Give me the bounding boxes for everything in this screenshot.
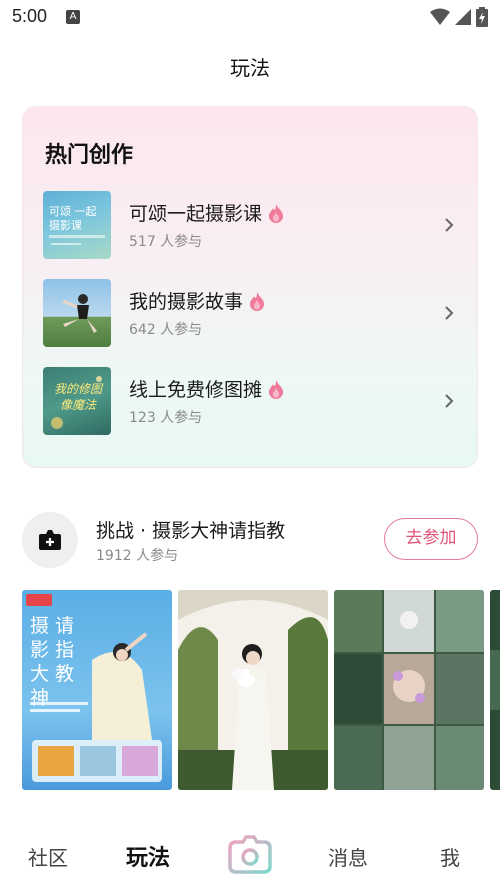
gallery-item-portrait[interactable] (178, 590, 328, 790)
gallery-item-partial[interactable] (490, 590, 500, 790)
hot-section-title: 热门创作 (45, 143, 134, 168)
challenge-title: 挑战 · 摄影大神请指教 (96, 520, 286, 542)
wifi-icon (430, 8, 450, 25)
hot-item-count: 123 人参与 (129, 410, 203, 426)
camera-icon (228, 835, 272, 874)
fire-icon (269, 379, 284, 399)
partial-image (490, 590, 500, 790)
hot-item-name: 我的摄影故事 (129, 287, 265, 314)
camera-button[interactable] (226, 830, 274, 878)
hot-item-thumbnail: 我的修图 像魔法 (43, 367, 111, 435)
join-button[interactable]: 去参加 (384, 518, 478, 560)
camera-add-icon (39, 530, 61, 550)
hot-item-thumbnail-text: 可颂 一起摄影课 (49, 205, 97, 232)
page-title: 玩法 (230, 56, 270, 80)
challenge-count: 1912 人参与 (96, 548, 179, 564)
nav-play[interactable]: 玩法 (126, 840, 170, 872)
hot-item-retouch-stall[interactable]: 我的修图 像魔法 线上免费修图摊 123 人参与 (43, 367, 459, 437)
hot-item-name-text: 可颂一起摄影课 (129, 203, 263, 225)
hot-item-thumbnail: 可颂 一起摄影课 (43, 191, 111, 259)
hot-creation-card: 热门创作 可颂 一起摄影课 可颂一起摄影课 517 人参与 我的摄影故事 642… (22, 106, 478, 468)
fire-icon (269, 203, 284, 223)
poster-title-text: 摄 请 影 指 大 教 神 (30, 615, 75, 709)
hot-item-count: 642 人参与 (129, 322, 203, 338)
gallery-item-collage[interactable] (334, 590, 484, 790)
jumping-person-image (62, 294, 97, 333)
nav-messages[interactable]: 消息 (328, 842, 368, 871)
status-time: 5:00 (12, 6, 48, 26)
nav-community[interactable]: 社区 (28, 842, 68, 871)
hot-item-photo-class[interactable]: 可颂 一起摄影课 可颂一起摄影课 517 人参与 (43, 191, 459, 261)
challenge-icon (22, 512, 78, 568)
battery-icon (476, 7, 488, 27)
challenge-row[interactable]: 挑战 · 摄影大神请指教 1912 人参与 去参加 (22, 512, 478, 570)
portrait-image (178, 590, 328, 790)
gallery-item-poster[interactable]: 摄 请 影 指 大 教 神 (22, 590, 172, 790)
chevron-right-icon (445, 218, 454, 232)
hot-item-thumbnail-text: 我的修图 像魔法 (53, 382, 102, 412)
chevron-right-icon (445, 306, 454, 320)
fire-icon (250, 291, 265, 311)
hot-item-name-text: 线上免费修图摊 (129, 379, 263, 401)
hot-item-photo-story[interactable]: 我的摄影故事 642 人参与 (43, 279, 459, 349)
signal-icon (455, 9, 471, 25)
bottom-nav: 社区 玩法 消息 我 (0, 812, 500, 888)
status-badge: A (66, 10, 80, 24)
hot-item-name-text: 我的摄影故事 (129, 291, 244, 313)
status-icons (430, 7, 488, 27)
challenge-gallery: 摄 请 影 指 大 教 神 (22, 590, 500, 790)
hot-item-count: 517 人参与 (129, 234, 203, 250)
chevron-right-icon (445, 394, 454, 408)
hot-item-thumbnail (43, 279, 111, 347)
status-bar: 5:00 A (0, 0, 500, 34)
hot-item-name: 线上免费修图摊 (129, 375, 284, 402)
collage-image (334, 590, 484, 790)
hot-item-name: 可颂一起摄影课 (129, 199, 284, 226)
nav-me[interactable]: 我 (440, 842, 460, 871)
